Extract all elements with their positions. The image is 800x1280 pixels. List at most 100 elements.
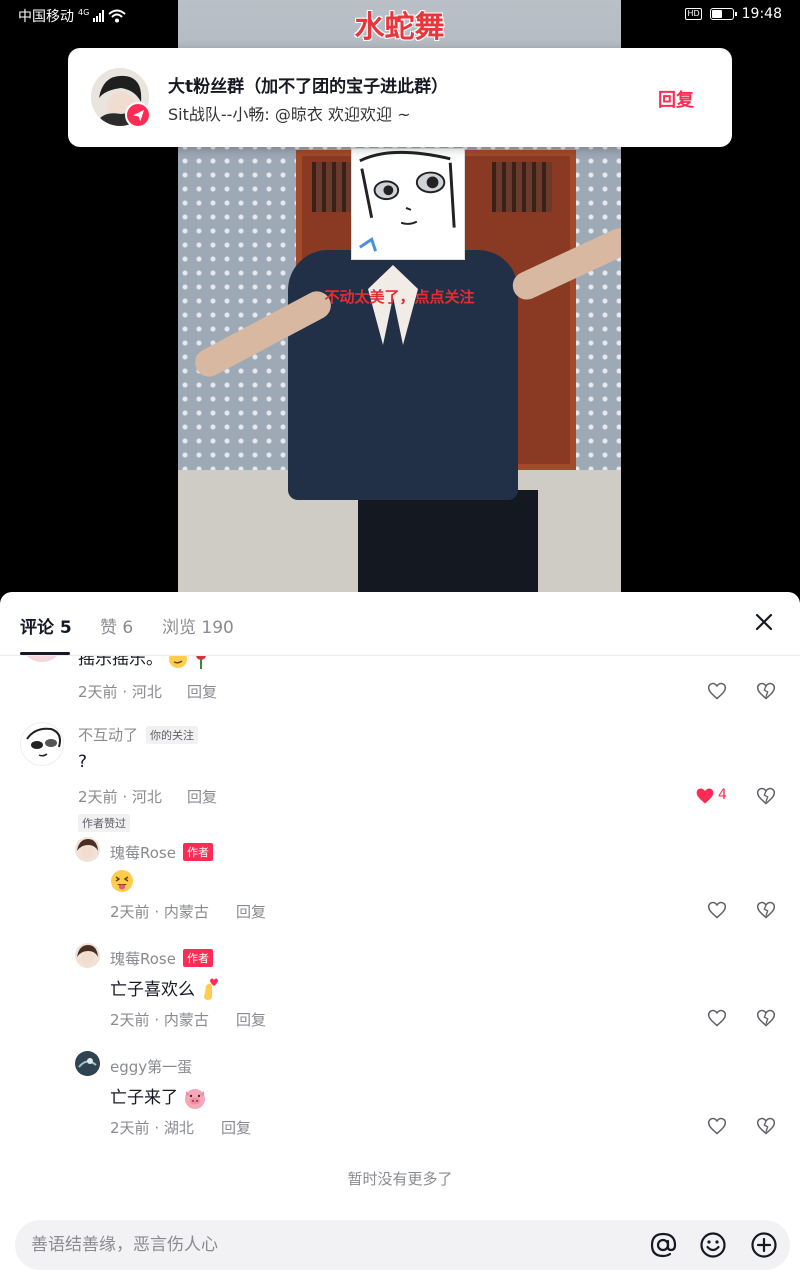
reply-meta: 2天前 · 内蒙古 [110,1009,209,1030]
status-left: 中国移动 4G [18,6,126,26]
reply-button[interactable]: 回复 [236,1009,266,1030]
notification-title: 大t粉丝群（加不了团的宝子进此群） [168,77,449,97]
comment-text: ? [78,752,88,772]
tab-active-underline [20,652,70,655]
comment-text-content: 摇乐摇乐。 [78,656,163,669]
reply-location: 内蒙古 [163,1011,209,1029]
comment-sheet: 评论 5 赞 6 浏览 190 摇乐摇乐。 2天前 · 河北 回复 不互动了 你… [0,592,800,1280]
reply-meta: 2天前 · 内蒙古 [110,901,209,922]
reply-username[interactable]: 瑰莓Rose [110,948,176,969]
reply-time: 2天前 [110,1011,150,1029]
tab-likes[interactable]: 赞 6 [100,613,133,638]
reply-username[interactable]: 瑰莓Rose [110,842,176,863]
tab-likes-count: 6 [122,618,134,638]
reply-location: 内蒙古 [163,903,209,921]
meta-separator: · [149,903,164,921]
heart-filled-icon[interactable] [695,786,715,806]
notification-message: Sit战队--小畅: @晾衣 欢迎欢迎 ~ [168,105,411,124]
heart-outline-icon[interactable] [707,1116,727,1136]
meta-separator: · [149,1011,164,1029]
reply-button[interactable]: 回复 [221,1117,251,1138]
comment-time: 2天前 [78,788,118,806]
reply-text-content: 亡子喜欢么 [110,980,195,1000]
tab-views[interactable]: 浏览 190 [162,613,234,638]
reply-text-content: 亡子来了 [110,1088,178,1108]
rose-emoji-icon [195,656,206,669]
heart-outline-icon[interactable] [707,900,727,920]
reply-avatar[interactable] [75,1051,100,1076]
reply-text [110,869,134,893]
comment-text: 摇乐摇乐。 [78,656,208,669]
reply-button[interactable]: 回复 [187,681,217,702]
squinting-tongue-emoji-icon [111,870,133,892]
follow-tag: 你的关注 [146,726,198,744]
comment-avatar[interactable] [20,722,64,766]
reply-button[interactable]: 回复 [236,901,266,922]
send-badge-icon [125,102,151,128]
finger-heart-emoji-icon [204,978,219,1000]
reply-avatar[interactable] [75,837,100,862]
comment-input-bar [15,1220,790,1270]
like-count: 4 [718,787,727,803]
carrier-label: 中国移动 [18,9,74,25]
author-tag: 作者 [183,843,213,861]
at-icon[interactable] [649,1231,677,1259]
close-icon[interactable] [750,608,778,636]
status-right: HD 19:48 [685,6,782,22]
no-more-text: 暂时没有更多了 [347,1170,453,1188]
meta-separator: · [149,1119,164,1137]
tab-views-count: 190 [201,618,234,638]
pig-face-emoji-icon [185,1089,206,1109]
clock: 19:48 [741,6,782,22]
comment-meta: 2天前 · 河北 [78,786,162,807]
hd-icon: HD [685,8,702,20]
broken-heart-icon[interactable] [756,1008,776,1028]
reply-location: 湖北 [163,1119,194,1137]
meta-separator: · [117,788,132,806]
author-tag: 作者 [183,949,213,967]
comment-time: 2天前 [78,683,118,701]
broken-heart-icon[interactable] [756,900,776,920]
reply-username[interactable]: eggy第一蛋 [110,1056,192,1077]
network-label: 4G [78,7,90,17]
broken-heart-icon[interactable] [756,1116,776,1136]
message-notification[interactable]: 大t粉丝群（加不了团的宝子进此群） Sit战队--小畅: @晾衣 欢迎欢迎 ~ … [68,48,732,147]
comment-tabs: 评论 5 赞 6 浏览 190 [0,592,800,656]
reply-meta: 2天前 · 湖北 [110,1117,194,1138]
emoji-icon[interactable] [699,1231,727,1259]
reply-text: 亡子来了 [110,1083,207,1109]
heart-outline-icon[interactable] [707,681,727,701]
tab-comments-count: 5 [59,618,72,638]
tab-views-label: 浏览 [162,618,196,638]
comment-input[interactable] [31,1232,611,1258]
broken-heart-icon[interactable] [756,786,776,806]
dancer-pants [358,490,538,592]
plus-icon[interactable] [750,1231,778,1259]
reply-time: 2天前 [110,903,150,921]
author-liked-badge: 作者赞过 [78,814,130,832]
tab-likes-label: 赞 [100,618,117,638]
tab-comments-label: 评论 [20,618,54,638]
broken-heart-icon[interactable] [756,681,776,701]
smirk-emoji-icon [169,656,188,668]
battery-icon [709,8,737,20]
comment-avatar[interactable] [20,656,64,662]
anime-face-sticker [351,148,465,260]
signal-icon [93,10,105,22]
reply-text: 亡子喜欢么 [110,975,220,1002]
notification-reply-button[interactable]: 回复 [658,86,694,112]
comment-list[interactable]: 摇乐摇乐。 2天前 · 河北 回复 不互动了 你的关注 ? 2天前 · 河北 回… [0,656,800,1200]
comment-location: 河北 [131,683,162,701]
tab-comments[interactable]: 评论 5 [20,613,72,638]
video-title: 水蛇舞 [354,10,445,45]
wifi-icon [108,9,126,23]
heart-outline-icon[interactable] [707,1008,727,1028]
meta-separator: · [117,683,132,701]
comment-location: 河北 [131,788,162,806]
comment-username[interactable]: 不互动了 [78,724,138,745]
video-caption: 不动太美了，点点关注 [324,288,475,306]
reply-time: 2天前 [110,1119,150,1137]
reply-button[interactable]: 回复 [187,786,217,807]
reply-avatar[interactable] [75,943,100,968]
comment-meta: 2天前 · 河北 [78,681,162,702]
